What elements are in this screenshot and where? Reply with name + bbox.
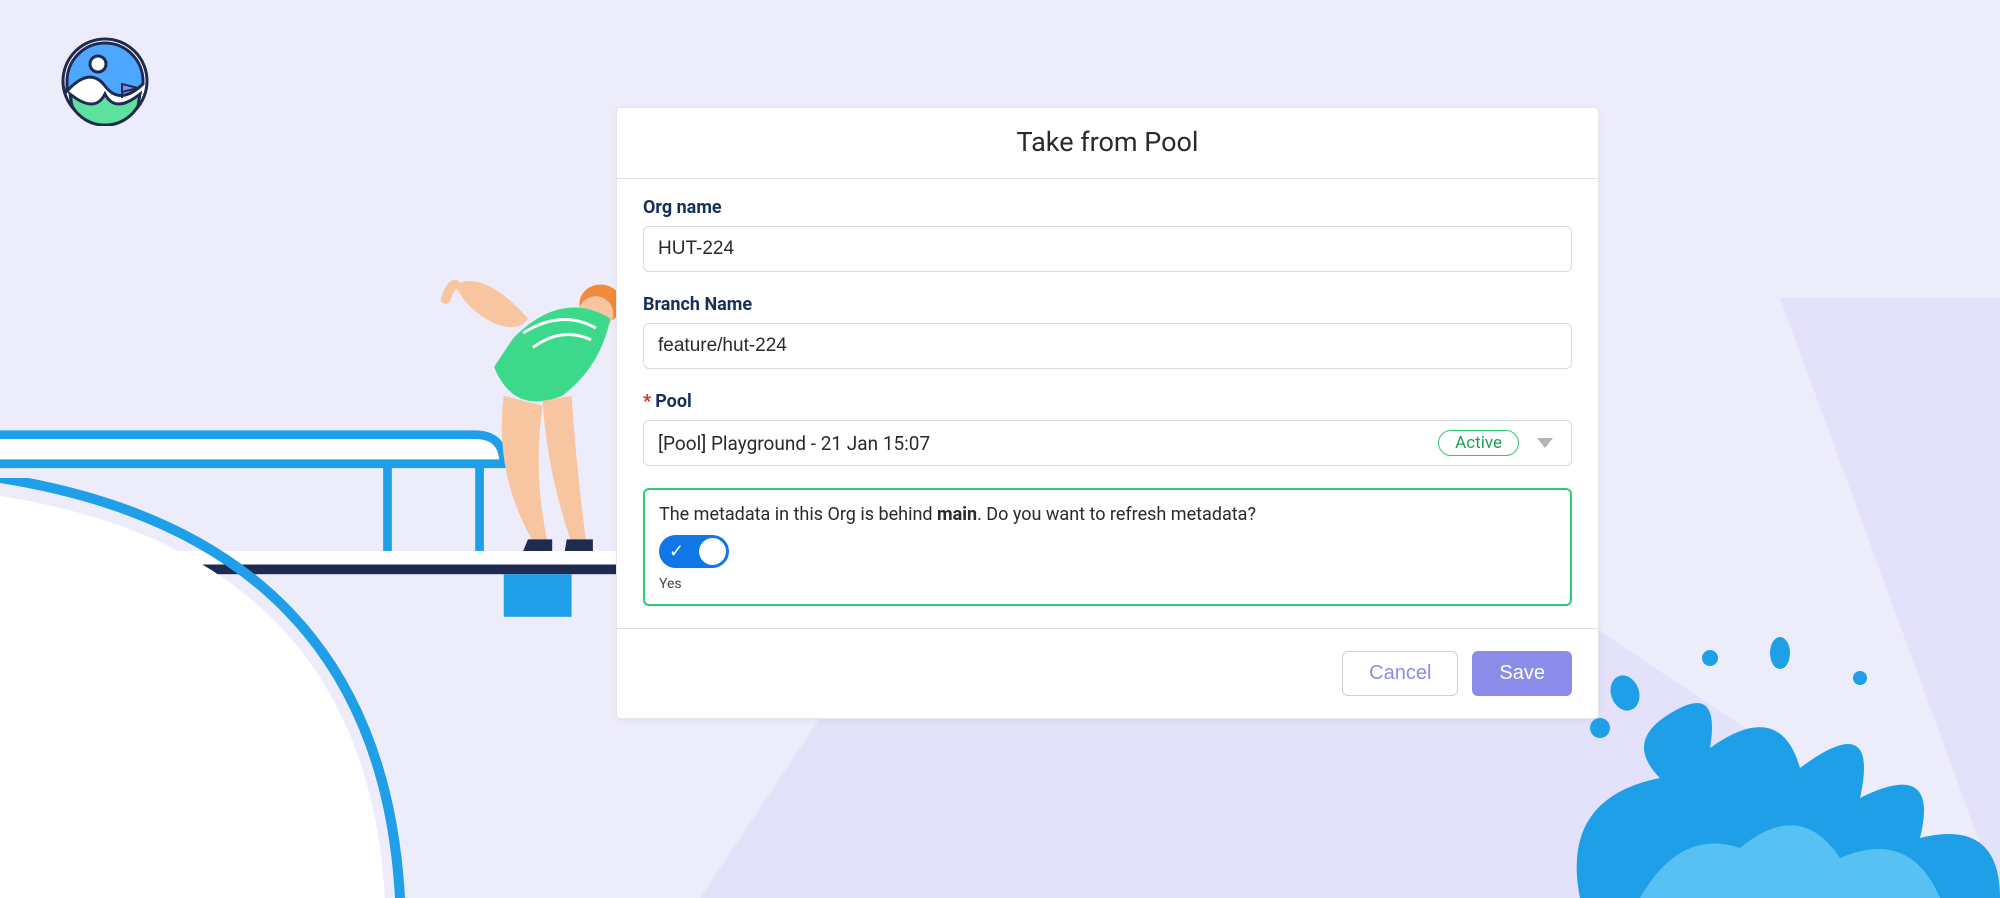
toggle-knob-icon bbox=[699, 538, 726, 565]
org-name-label: Org name bbox=[643, 197, 1572, 218]
dialog-footer: Cancel Save bbox=[617, 628, 1598, 718]
dialog-header: Take from Pool bbox=[617, 108, 1598, 179]
refresh-prompt-prefix: The metadata in this Org is behind bbox=[659, 504, 937, 525]
dialog-title: Take from Pool bbox=[617, 126, 1598, 158]
refresh-prompt-text: The metadata in this Org is behind main.… bbox=[659, 504, 1556, 525]
check-icon: ✓ bbox=[669, 543, 684, 561]
take-from-pool-dialog: Take from Pool Org name Branch Name *Poo… bbox=[616, 107, 1599, 719]
status-badge: Active bbox=[1438, 430, 1519, 456]
refresh-metadata-box: The metadata in this Org is behind main.… bbox=[643, 488, 1572, 606]
refresh-metadata-toggle[interactable]: ✓ bbox=[659, 535, 729, 568]
branch-name-label: Branch Name bbox=[643, 294, 1572, 315]
chevron-down-icon bbox=[1537, 438, 1553, 448]
branch-name-input[interactable] bbox=[643, 323, 1572, 369]
toggle-state-label: Yes bbox=[659, 576, 1556, 592]
cancel-button[interactable]: Cancel bbox=[1342, 651, 1458, 696]
refresh-prompt-suffix: . Do you want to refresh metadata? bbox=[977, 504, 1256, 525]
curve-decoration-icon bbox=[0, 478, 420, 898]
org-name-input[interactable] bbox=[643, 226, 1572, 272]
pool-select[interactable]: [Pool] Playground - 21 Jan 15:07 Active bbox=[643, 420, 1572, 466]
dialog-body: Org name Branch Name *Pool [Pool] Playgr… bbox=[617, 179, 1598, 628]
pool-selected-value: [Pool] Playground - 21 Jan 15:07 bbox=[658, 432, 1438, 455]
pool-label: *Pool bbox=[643, 391, 1572, 412]
brand-logo-icon bbox=[60, 36, 150, 130]
refresh-prompt-bold: main bbox=[937, 504, 977, 525]
pool-field: *Pool [Pool] Playground - 21 Jan 15:07 A… bbox=[643, 391, 1572, 466]
org-name-field: Org name bbox=[643, 197, 1572, 272]
pool-label-text: Pool bbox=[655, 391, 692, 412]
branch-name-field: Branch Name bbox=[643, 294, 1572, 369]
water-splash-icon bbox=[1480, 598, 2000, 898]
required-star-icon: * bbox=[643, 391, 651, 412]
